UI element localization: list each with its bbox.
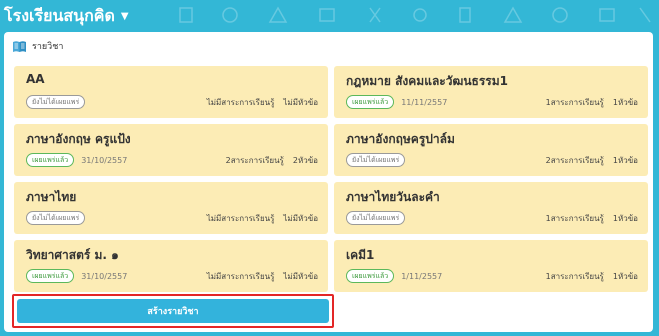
subject-stats: 1สาระการเรียนรู้ 1หัวข้อ bbox=[546, 212, 638, 225]
topic-count: 1หัวข้อ bbox=[612, 271, 638, 281]
topic-count: 1หัวข้อ bbox=[612, 155, 638, 165]
create-subject-button[interactable]: สร้างรายวิชา bbox=[17, 299, 329, 323]
subject-name: เคมี1 bbox=[346, 248, 375, 262]
topic-count: ไม่มีหัวข้อ bbox=[283, 271, 318, 281]
status-badge: เผยแพร่แล้ว bbox=[346, 95, 395, 109]
subject-stats: ไม่มีสาระการเรียนรู้ ไม่มีหัวข้อ bbox=[207, 96, 318, 109]
status-badge: ยังไม่ได้เผยแพร่ bbox=[346, 211, 406, 225]
subject-stats: 1สาระการเรียนรู้ 1หัวข้อ bbox=[546, 96, 638, 109]
topic-count: ไม่มีหัวข้อ bbox=[283, 97, 318, 107]
topic-count: 1หัวข้อ bbox=[612, 97, 638, 107]
subject-card[interactable]: AA ยังไม่ได้เผยแพร่ ไม่มีสาระการเรียนรู้… bbox=[14, 66, 328, 118]
background-pattern bbox=[179, 6, 651, 23]
book-icon bbox=[13, 40, 26, 52]
subject-meta: เผยแพร่แล้ว 11/11/2557 1สาระการเรียนรู้ … bbox=[346, 95, 638, 109]
subject-name: วิทยาศาสตร์ ม. ๑ bbox=[26, 248, 119, 262]
school-name: โรงเรียนสนุกคิด bbox=[4, 6, 115, 25]
status-badge: เผยแพร่แล้ว bbox=[346, 269, 395, 283]
lesson-count: 1สาระการเรียนรู้ bbox=[545, 97, 604, 107]
subject-meta: เผยแพร่แล้ว 31/10/2557 ไม่มีสาระการเรียน… bbox=[26, 269, 318, 283]
status-badge: เผยแพร่แล้ว bbox=[26, 153, 75, 167]
subject-card[interactable]: ภาษาอังกฤษครูปาล์ม ยังไม่ได้เผยแพร่ 2สาร… bbox=[334, 124, 648, 176]
topic-count: ไม่มีหัวข้อ bbox=[283, 213, 318, 223]
status-badge: ยังไม่ได้เผยแพร่ bbox=[26, 211, 86, 225]
subject-meta: เผยแพร่แล้ว 1/11/2557 1สาระการเรียนรู้ 1… bbox=[346, 269, 638, 283]
subject-meta: ยังไม่ได้เผยแพร่ 1สาระการเรียนรู้ 1หัวข้… bbox=[346, 211, 638, 225]
status-badge: ยังไม่ได้เผยแพร่ bbox=[346, 153, 406, 167]
status-badge: ยังไม่ได้เผยแพร่ bbox=[26, 95, 86, 109]
lesson-count: 1สาระการเรียนรู้ bbox=[545, 271, 604, 281]
topic-count: 2หัวข้อ bbox=[292, 155, 318, 165]
subject-stats: 1สาระการเรียนรู้ 1หัวข้อ bbox=[546, 270, 638, 283]
subject-meta: ยังไม่ได้เผยแพร่ ไม่มีสาระการเรียนรู้ ไม… bbox=[26, 95, 318, 109]
subject-meta: เผยแพร่แล้ว 31/10/2557 2สาระการเรียนรู้ … bbox=[26, 153, 318, 167]
subject-name: กฎหมาย สังคมและวัฒนธรรม1 bbox=[346, 74, 508, 88]
lesson-count: 1สาระการเรียนรู้ bbox=[545, 213, 604, 223]
publish-date: 31/10/2557 bbox=[81, 155, 128, 165]
subject-card[interactable]: เคมี1 เผยแพร่แล้ว 1/11/2557 1สาระการเรีย… bbox=[334, 240, 648, 292]
lesson-count: ไม่มีสาระการเรียนรู้ bbox=[206, 97, 275, 107]
subject-card[interactable]: ภาษาไทยวันละคำ ยังไม่ได้เผยแพร่ 1สาระการ… bbox=[334, 182, 648, 234]
subject-card[interactable]: กฎหมาย สังคมและวัฒนธรรม1 เผยแพร่แล้ว 11/… bbox=[334, 66, 648, 118]
chevron-down-icon: ▼ bbox=[120, 10, 129, 22]
subject-card[interactable]: ภาษาอังกฤษ ครูแป้ง เผยแพร่แล้ว 31/10/255… bbox=[14, 124, 328, 176]
status-badge: เผยแพร่แล้ว bbox=[26, 269, 75, 283]
lesson-count: ไม่มีสาระการเรียนรู้ bbox=[206, 213, 275, 223]
subject-name: ภาษาอังกฤษ ครูแป้ง bbox=[26, 132, 131, 146]
panel-title: รายวิชา bbox=[32, 42, 64, 52]
publish-date: 31/10/2557 bbox=[81, 271, 128, 281]
publish-date: 1/11/2557 bbox=[401, 271, 443, 281]
lesson-count: 2สาระการเรียนรู้ bbox=[225, 155, 284, 165]
subject-stats: ไม่มีสาระการเรียนรู้ ไม่มีหัวข้อ bbox=[207, 270, 318, 283]
subject-card[interactable]: วิทยาศาสตร์ ม. ๑ เผยแพร่แล้ว 31/10/2557 … bbox=[14, 240, 328, 292]
subject-name: ภาษาไทยวันละคำ bbox=[346, 190, 440, 204]
lesson-count: 2สาระการเรียนรู้ bbox=[545, 155, 604, 165]
lesson-count: ไม่มีสาระการเรียนรู้ bbox=[206, 271, 275, 281]
panel-header: รายวิชา bbox=[12, 38, 63, 54]
publish-date: 11/11/2557 bbox=[401, 97, 448, 107]
subject-meta: ยังไม่ได้เผยแพร่ 2สาระการเรียนรู้ 1หัวข้… bbox=[346, 153, 638, 167]
subject-meta: ยังไม่ได้เผยแพร่ ไม่มีสาระการเรียนรู้ ไม… bbox=[26, 211, 318, 225]
subject-name: ภาษาอังกฤษครูปาล์ม bbox=[346, 132, 455, 146]
subject-name: AA bbox=[26, 72, 45, 86]
subject-stats: 2สาระการเรียนรู้ 1หัวข้อ bbox=[546, 154, 638, 167]
subject-card[interactable]: ภาษาไทย ยังไม่ได้เผยแพร่ ไม่มีสาระการเรี… bbox=[14, 182, 328, 234]
create-subject-highlight: สร้างรายวิชา bbox=[12, 294, 334, 328]
subject-name: ภาษาไทย bbox=[26, 190, 77, 204]
school-menu[interactable]: โรงเรียนสนุกคิด ▼ bbox=[4, 4, 129, 29]
top-navbar: โรงเรียนสนุกคิด ▼ bbox=[0, 0, 659, 30]
topic-count: 1หัวข้อ bbox=[612, 213, 638, 223]
subject-stats: ไม่มีสาระการเรียนรู้ ไม่มีหัวข้อ bbox=[207, 212, 318, 225]
subjects-panel: รายวิชา AA ยังไม่ได้เผยแพร่ ไม่มีสาระการ… bbox=[4, 32, 653, 332]
subject-stats: 2สาระการเรียนรู้ 2หัวข้อ bbox=[226, 154, 318, 167]
